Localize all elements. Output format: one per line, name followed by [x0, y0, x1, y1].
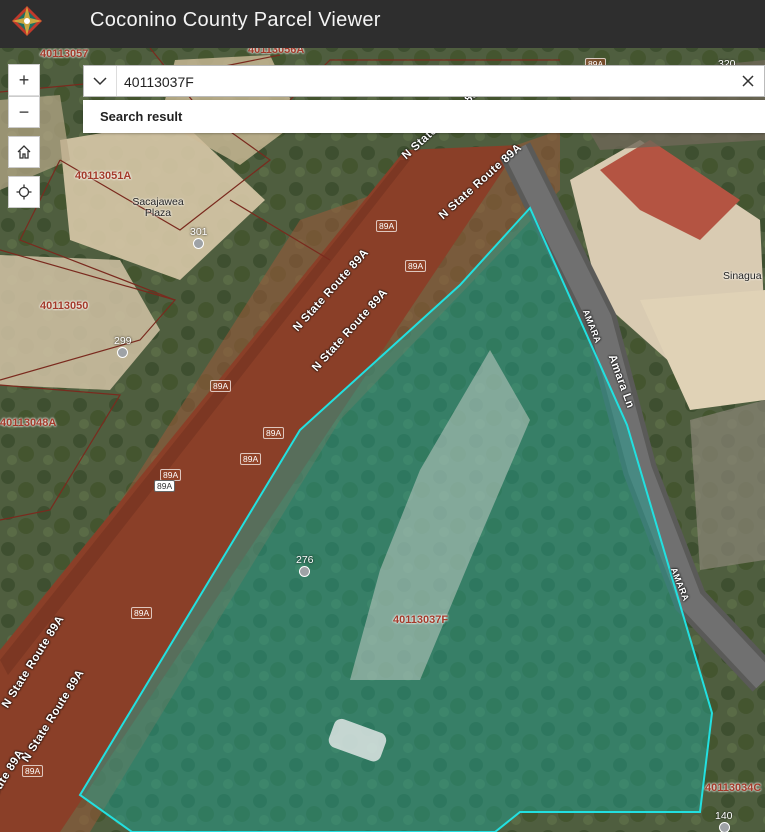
highway-shield-icon: 89A [154, 480, 176, 492]
search-bar [83, 65, 765, 97]
parcel-label: 40113057 [40, 48, 89, 60]
map-view[interactable]: 40113057 40113056A 40113051A 40113050 40… [0, 48, 765, 832]
selected-parcel-label: 40113037F [393, 614, 449, 626]
basemap-imagery [0, 48, 765, 832]
zoom-out-button[interactable]: − [8, 96, 40, 128]
home-icon [17, 145, 31, 159]
search-result-label: Search result [100, 109, 183, 124]
zoom-in-button[interactable]: + [8, 64, 40, 96]
place-label-sacajawea-plaza: Sacajawea Plaza [132, 196, 184, 219]
app-header: Coconino County Parcel Viewer [0, 0, 765, 48]
locate-button[interactable] [8, 176, 40, 208]
highway-shield-icon: 89A [405, 260, 427, 272]
highway-shield-icon: 89A [210, 380, 232, 392]
highway-shield-icon: 89A [263, 427, 285, 439]
highway-shield-icon: 89A [131, 607, 153, 619]
search-result-panel[interactable]: Search result [83, 100, 765, 133]
parcel-label: 40113050 [40, 300, 89, 312]
parcel-label: 40113056A [248, 48, 305, 56]
close-icon [742, 75, 754, 87]
app-title: Coconino County Parcel Viewer [90, 9, 381, 31]
locate-icon [16, 184, 32, 200]
home-button[interactable] [8, 136, 40, 168]
highway-shield-icon: 89A [240, 453, 262, 465]
search-source-dropdown[interactable] [84, 66, 117, 96]
chevron-down-icon [93, 77, 107, 86]
county-logo-icon [12, 6, 42, 36]
place-label-sinagua: Sinagua [723, 270, 762, 282]
clear-search-button[interactable] [738, 71, 758, 91]
parcel-label: 40113051A [75, 170, 132, 182]
parcel-label: 40113034C [705, 782, 762, 794]
highway-shield-icon: 89A [376, 220, 398, 232]
parcel-label: 40113048A [0, 417, 57, 429]
search-input[interactable] [122, 70, 706, 94]
highway-shield-icon: 89A [22, 765, 44, 777]
